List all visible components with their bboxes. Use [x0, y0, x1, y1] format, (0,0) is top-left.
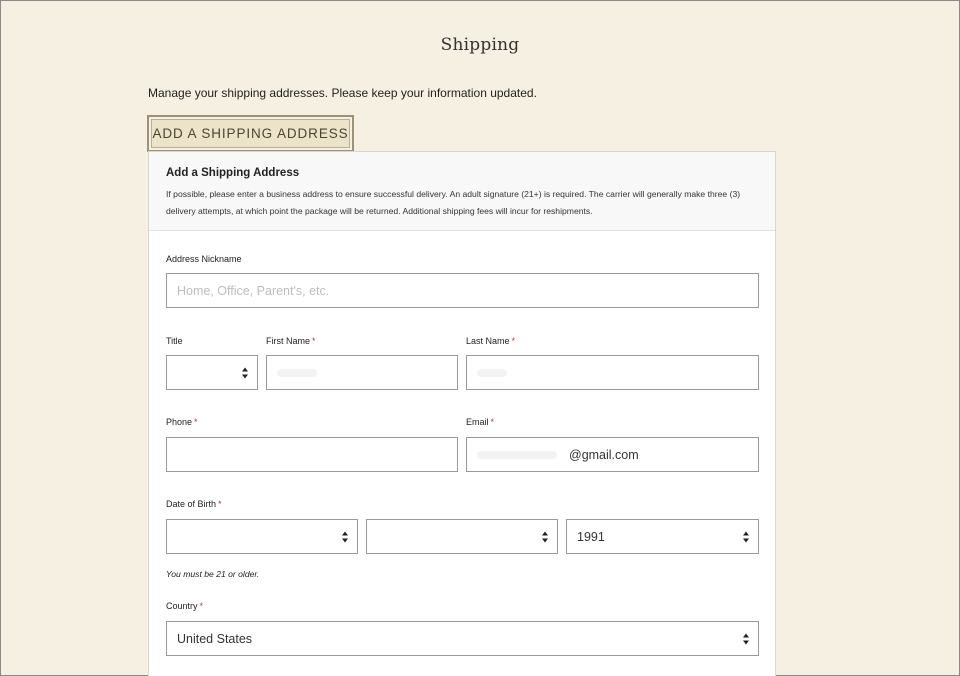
last-name-label-text: Last Name	[466, 336, 510, 346]
nickname-label: Address Nickname	[166, 254, 242, 264]
required-mark: *	[218, 499, 222, 509]
required-mark: *	[194, 417, 198, 427]
email-input[interactable]: @gmail.com	[466, 437, 759, 472]
select-arrows-icon	[542, 531, 549, 542]
dob-day-select[interactable]	[366, 519, 558, 554]
title-label-text: Title	[166, 336, 183, 346]
dob-age-note: You must be 21 or older.	[166, 569, 260, 579]
select-arrows-icon	[743, 531, 750, 542]
dob-year-value: 1991	[577, 529, 605, 544]
redacted-value	[277, 368, 317, 377]
shipping-address-form-panel: Add a Shipping Address If possible, plea…	[148, 151, 776, 676]
dob-month-select[interactable]	[166, 519, 358, 554]
email-label-text: Email	[466, 417, 489, 427]
nickname-input[interactable]: Home, Office, Parent's, etc.	[166, 273, 759, 308]
required-mark: *	[199, 601, 204, 611]
panel-title: Add a Shipping Address	[166, 167, 300, 179]
phone-label-text: Phone	[166, 417, 193, 427]
required-mark: *	[490, 417, 495, 427]
select-arrows-icon	[743, 633, 750, 644]
country-label-text: Country	[166, 601, 198, 611]
required-mark: *	[312, 336, 316, 346]
first-name-label: First Name *	[266, 336, 316, 346]
page-intro: Manage your shipping addresses. Please k…	[148, 86, 537, 100]
panel-description: If possible, please enter a business add…	[166, 189, 741, 216]
phone-label: Phone *	[166, 417, 198, 427]
dob-label: Date of Birth *	[166, 499, 222, 509]
title-select[interactable]	[166, 355, 258, 390]
country-label: Country *	[166, 601, 203, 611]
first-name-input[interactable]	[266, 355, 458, 390]
redacted-value	[477, 450, 557, 459]
country-select[interactable]: United States	[166, 621, 759, 656]
country-value: United States	[177, 631, 253, 646]
title-label: Title	[166, 336, 183, 346]
email-label: Email *	[466, 417, 494, 427]
select-arrows-icon	[342, 531, 349, 542]
last-name-label: Last Name *	[466, 336, 515, 346]
email-value: @gmail.com	[569, 447, 639, 462]
panel-header: Add a Shipping Address If possible, plea…	[149, 152, 775, 231]
dob-label-text: Date of Birth	[166, 499, 217, 509]
redacted-value	[477, 368, 507, 377]
last-name-input[interactable]	[466, 355, 759, 390]
page-title: Shipping	[440, 35, 520, 55]
first-name-label-text: First Name	[266, 336, 311, 346]
required-mark: *	[511, 336, 516, 346]
add-shipping-address-button[interactable]: ADD A SHIPPING ADDRESS	[147, 115, 354, 152]
phone-input[interactable]	[166, 437, 458, 472]
dob-year-select[interactable]: 1991	[566, 519, 759, 554]
select-arrows-icon	[242, 367, 249, 378]
